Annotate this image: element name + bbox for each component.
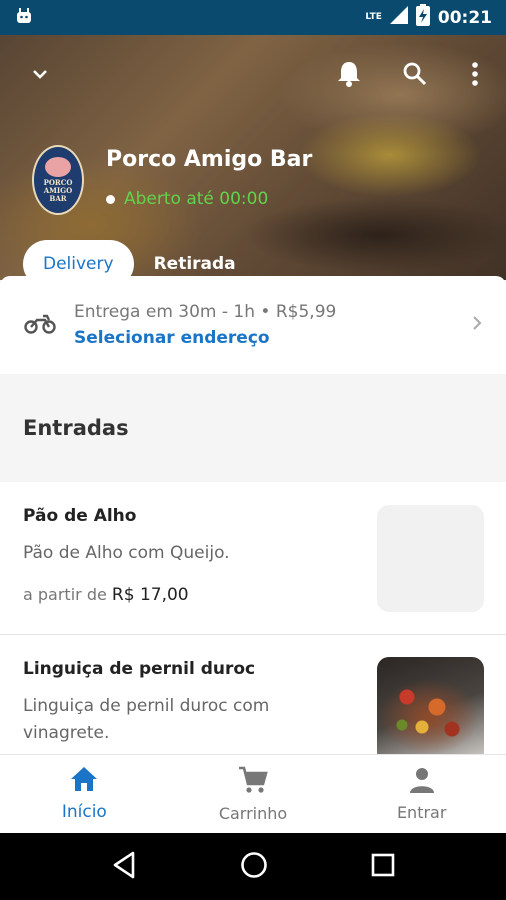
item-image (377, 657, 484, 754)
nav-item-login[interactable]: Entrar (337, 755, 506, 833)
restaurant-hero: PORCO AMIGO BAR Porco Amigo Bar Aberto até… (0, 35, 506, 280)
menu-item[interactable]: Linguiça de pernil duroc Linguiça de per… (0, 635, 506, 754)
menu-item-list: Pão de Alho Pão de Alho com Queijo. a pa… (0, 482, 506, 754)
bell-icon[interactable] (332, 57, 366, 91)
chevron-down-icon[interactable] (23, 57, 57, 91)
nav-label: Início (61, 802, 107, 822)
order-mode-tabs: Delivery Retirada (23, 240, 236, 280)
battery-charging-icon (415, 4, 430, 31)
open-status: Aberto até 00:00 (106, 189, 268, 209)
delivery-estimate: Entrega em 30m - 1h • R$5,99 (74, 302, 337, 322)
status-dot-icon (106, 194, 115, 204)
motorcycle-icon (24, 312, 56, 338)
user-icon (409, 767, 435, 797)
delivery-text: Entrega em 30m - 1h • R$5,99 Selecionar … (74, 302, 336, 348)
search-icon[interactable] (398, 57, 432, 91)
chevron-right-icon (472, 315, 482, 336)
system-navigation-bar (0, 833, 506, 900)
tab-delivery[interactable]: Delivery (23, 240, 134, 280)
more-vert-icon[interactable] (458, 57, 492, 91)
cart-icon (238, 766, 268, 798)
bottom-navigation: Início Carrinho Entrar (0, 754, 506, 833)
clock: 00:21 (437, 7, 492, 28)
item-image-placeholder (377, 505, 484, 612)
back-icon[interactable] (111, 851, 137, 883)
restaurant-logo: PORCO AMIGO BAR (32, 145, 84, 215)
recents-icon[interactable] (371, 853, 395, 881)
delivery-info-card[interactable]: Entrega em 30m - 1h • R$5,99 Selecionar … (0, 276, 506, 374)
nav-item-home[interactable]: Início (0, 755, 169, 833)
menu-section-header: Entradas (0, 374, 506, 482)
open-status-text: Aberto até 00:00 (124, 189, 269, 209)
tab-pickup[interactable]: Retirada (154, 254, 236, 274)
nav-label: Entrar (396, 802, 447, 822)
android-icon (14, 6, 34, 30)
item-description: Linguiça de pernil duroc com vinagrete. (23, 696, 270, 743)
nav-label: Carrinho (218, 803, 288, 823)
menu-item[interactable]: Pão de Alho Pão de Alho com Queijo. a pa… (0, 482, 506, 635)
home-icon (70, 766, 98, 796)
price-value: R$ 17,00 (111, 585, 189, 605)
restaurant-name: Porco Amigo Bar (106, 147, 313, 172)
network-type: LTE (365, 12, 382, 22)
home-circle-icon[interactable] (240, 851, 268, 883)
status-bar: LTE 00:21 (0, 0, 506, 35)
price-prefix: a partir de (23, 585, 107, 604)
nav-item-cart[interactable]: Carrinho (169, 755, 338, 833)
select-address-link[interactable]: Selecionar endereço (74, 328, 336, 348)
item-description: Pão de Alho com Queijo. (23, 543, 230, 563)
logo-text: PORCO AMIGO BAR (43, 178, 73, 203)
pig-icon (45, 157, 71, 178)
section-title: Entradas (23, 416, 129, 440)
signal-icon (389, 6, 408, 29)
